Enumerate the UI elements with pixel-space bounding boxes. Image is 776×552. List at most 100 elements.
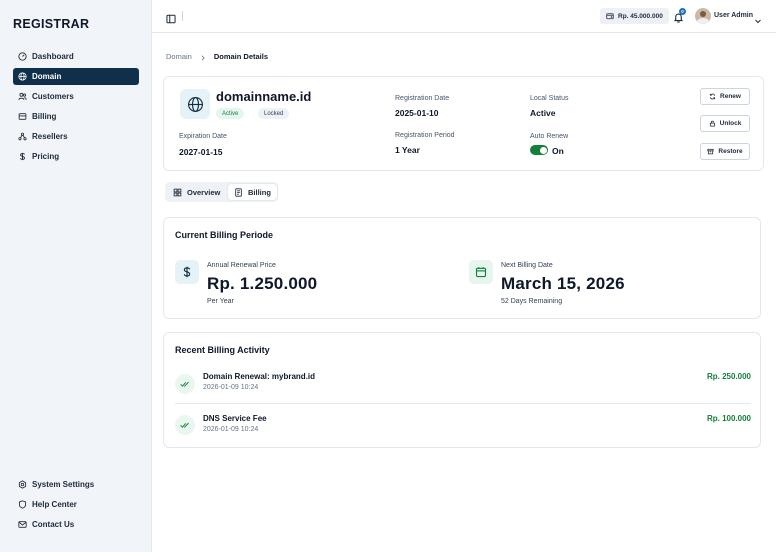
- sidebar-item-customers[interactable]: Customers: [13, 88, 139, 105]
- billing-activity-title: Recent Billing Activity: [175, 345, 270, 355]
- sidebar-bottom-nav: System Settings Help Center Contact Us: [13, 476, 139, 536]
- status-badge-active: Active: [216, 108, 245, 119]
- gauge-icon: [17, 52, 27, 62]
- status-badge-locked: Locked: [258, 108, 290, 119]
- gear-icon: [17, 480, 27, 490]
- renewal-price-sub: Per Year: [207, 298, 234, 305]
- restore-button-label: Restore: [718, 148, 743, 155]
- wallet-icon: [606, 13, 614, 20]
- sidebar-toggle-icon[interactable]: [166, 11, 176, 24]
- sidebar-item-label: Help Center: [32, 500, 77, 509]
- topbar: Rp. 45.000.000 0 User Admin: [152, 0, 776, 33]
- archive-icon: [707, 148, 714, 155]
- sidebar-item-resellers[interactable]: Resellers: [13, 128, 139, 145]
- restore-button[interactable]: Restore: [700, 143, 750, 160]
- breadcrumb-domain-link[interactable]: Domain: [166, 52, 192, 61]
- globe-icon: [17, 72, 27, 82]
- tab-overview[interactable]: Overview: [167, 184, 226, 200]
- renewal-price-label: Annual Renewal Price: [207, 262, 276, 269]
- brand-logo: REGISTRAR: [13, 17, 90, 31]
- list-item[interactable]: DNS Service Fee 2026-01-09 10:24 Rp. 100…: [175, 403, 751, 443]
- registration-period-value: 1 Year: [395, 145, 420, 155]
- chevron-down-icon[interactable]: [754, 12, 762, 24]
- next-billing-value: March 15, 2026: [501, 274, 625, 293]
- activity-date: 2026-01-09 10:24: [203, 384, 259, 391]
- breadcrumb: Domain Domain Details: [166, 52, 268, 61]
- detail-tabs: Overview Billing: [165, 182, 278, 202]
- avatar-body: [697, 18, 709, 24]
- balance-badge[interactable]: Rp. 45.000.000: [600, 8, 669, 24]
- sidebar-item-label: Domain: [32, 72, 62, 81]
- grid-icon: [173, 188, 182, 196]
- double-check-icon: [175, 374, 195, 394]
- next-billing-label: Next Billing Date: [501, 262, 553, 269]
- sidebar-item-pricing[interactable]: Pricing: [13, 148, 139, 165]
- activity-amount: Rp. 250.000: [706, 372, 751, 381]
- receipt-icon: [17, 112, 27, 122]
- balance-amount: Rp. 45.000.000: [618, 12, 663, 20]
- billing-activity-card: Recent Billing Activity Domain Renewal: …: [163, 332, 761, 448]
- sidebar-item-label: System Settings: [32, 480, 95, 489]
- sidebar-item-label: Dashboard: [32, 52, 74, 61]
- sidebar-item-contact-us[interactable]: Contact Us: [13, 516, 139, 533]
- unlock-button[interactable]: Unlock: [700, 115, 750, 132]
- network-icon: [17, 132, 27, 142]
- billing-period-title: Current Billing Periode: [175, 230, 274, 240]
- unlock-button-label: Unlock: [719, 120, 742, 127]
- sidebar-item-label: Contact Us: [32, 520, 75, 529]
- billing-period-card: Current Billing Periode Annual Renewal P…: [163, 217, 761, 319]
- sidebar-item-dashboard[interactable]: Dashboard: [13, 48, 139, 65]
- domain-summary-card: domainname.id Active Locked Expiration D…: [163, 76, 764, 171]
- auto-renew-toggle[interactable]: [530, 145, 548, 155]
- expiration-date-label: Expiration Date: [179, 133, 227, 140]
- avatar[interactable]: [695, 8, 711, 24]
- breadcrumb-current: Domain Details: [213, 52, 269, 61]
- auto-renew-value: On: [552, 146, 564, 156]
- domain-name: domainname.id: [216, 89, 312, 104]
- sidebar-item-label: Customers: [32, 92, 74, 101]
- tab-billing[interactable]: Billing: [228, 184, 277, 200]
- mail-icon: [17, 520, 27, 530]
- user-name[interactable]: User Admin: [714, 12, 753, 19]
- local-status-value: Active: [530, 108, 556, 118]
- sidebar-item-billing[interactable]: Billing: [13, 108, 139, 125]
- sidebar-item-label: Pricing: [32, 152, 60, 161]
- activity-title: Domain Renewal: mybrand.id: [203, 372, 316, 381]
- activity-title: DNS Service Fee: [203, 414, 267, 423]
- unlock-icon: [709, 120, 715, 127]
- document-icon: [235, 187, 242, 197]
- topbar-divider: [182, 11, 183, 21]
- expiration-date-value: 2027-01-15: [179, 147, 223, 157]
- renew-button-label: Renew: [720, 93, 741, 100]
- shield-icon: [17, 500, 27, 510]
- sidebar-item-domain[interactable]: Domain: [13, 68, 139, 85]
- renew-button[interactable]: Renew: [700, 88, 750, 105]
- next-billing-sub: 52 Days Remaining: [501, 298, 563, 305]
- users-icon: [17, 92, 27, 102]
- dollar-icon: [17, 152, 27, 162]
- list-item[interactable]: Domain Renewal: mybrand.id 2026-01-09 10…: [175, 365, 751, 405]
- refresh-icon: [709, 93, 716, 100]
- avatar-head: [700, 11, 706, 17]
- sidebar-item-label: Billing: [32, 112, 57, 121]
- tab-label: Billing: [248, 187, 271, 197]
- renewal-price-value: Rp. 1.250.000: [207, 274, 318, 293]
- auto-renew-label: Auto Renew: [530, 133, 569, 140]
- registration-period-label: Registration Period: [395, 132, 455, 139]
- dollar-icon: [175, 260, 199, 284]
- sidebar-item-system-settings[interactable]: System Settings: [13, 476, 139, 493]
- sidebar-nav: Dashboard Domain Customers Billing Resel…: [13, 48, 139, 168]
- notification-badge: 0: [679, 8, 686, 15]
- tab-label: Overview: [187, 187, 221, 197]
- registration-date-value: 2025-01-10: [395, 108, 439, 118]
- local-status-label: Local Status: [530, 95, 569, 102]
- double-check-icon: [175, 415, 195, 435]
- sidebar-item-help-center[interactable]: Help Center: [13, 496, 139, 513]
- calendar-icon: [469, 260, 493, 284]
- activity-date: 2026-01-09 10:24: [203, 426, 259, 433]
- domain-globe-icon: [180, 89, 210, 119]
- sidebar: REGISTRAR Dashboard Domain Customers Bil…: [0, 0, 152, 552]
- chevron-right-icon: [200, 54, 206, 61]
- sidebar-item-label: Resellers: [32, 132, 68, 141]
- registration-date-label: Registration Date: [395, 95, 450, 102]
